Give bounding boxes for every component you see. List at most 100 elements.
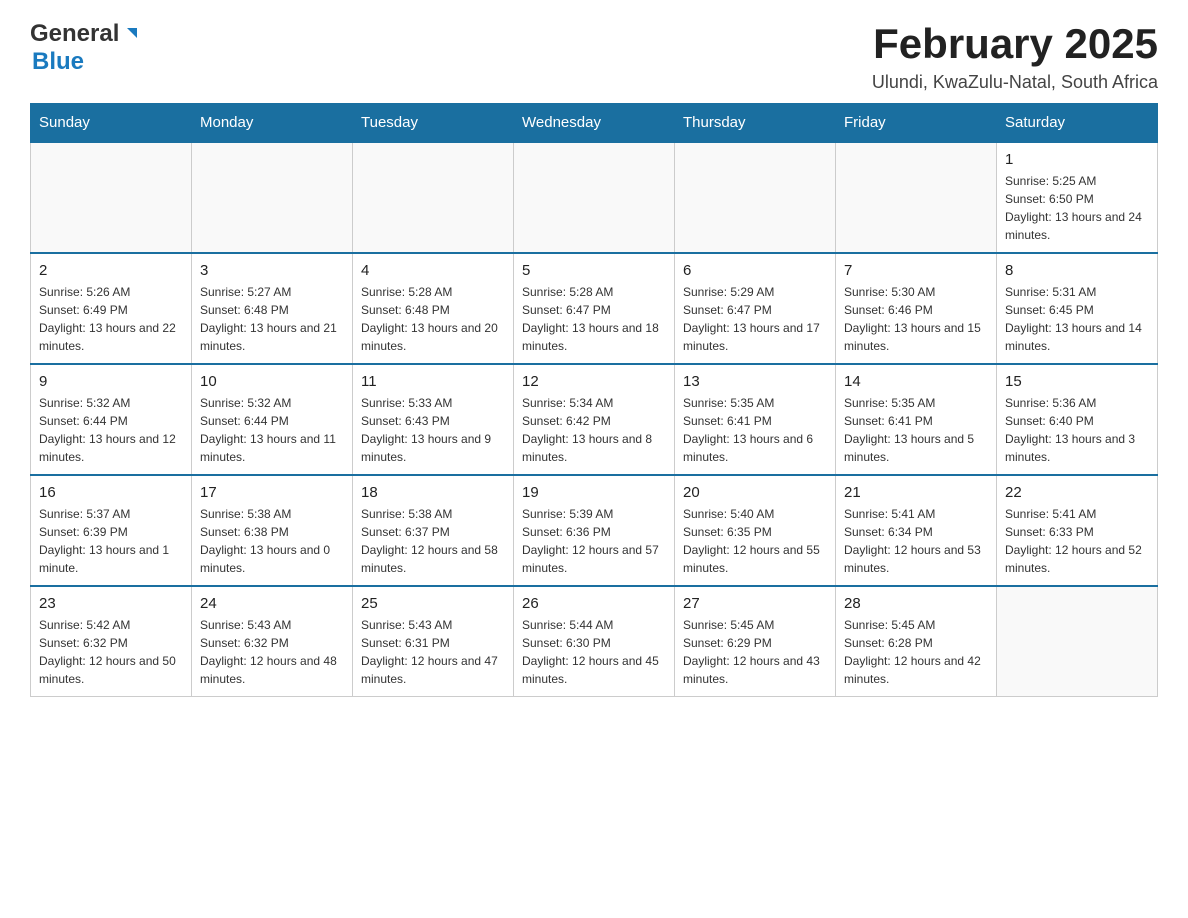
weekday-header-wednesday: Wednesday — [514, 104, 675, 143]
day-info: Sunrise: 5:27 AM Sunset: 6:48 PM Dayligh… — [200, 283, 344, 355]
calendar-cell: 16Sunrise: 5:37 AM Sunset: 6:39 PM Dayli… — [31, 475, 192, 586]
calendar-week-2: 2 Sunrise: 5:26 AM Sunset: 6:49 PM Daylig… — [31, 253, 1158, 364]
calendar-cell: 3 Sunrise: 5:27 AM Sunset: 6:48 PM Daylig… — [192, 253, 353, 364]
calendar-cell: 14 Sunrise: 5:35 AM Sunset: 6:41 PM Dayli… — [836, 364, 997, 475]
calendar-table: SundayMondayTuesdayWednesdayThursdayFrid… — [30, 103, 1158, 697]
day-info: Sunrise: 5:41 AM Sunset: 6:34 PM Dayligh… — [844, 505, 988, 577]
day-info: Sunrise: 5:29 AM Sunset: 6:47 PM Dayligh… — [683, 283, 827, 355]
day-number: 4 — [361, 262, 505, 279]
day-number: 11 — [361, 373, 505, 390]
weekday-header-saturday: Saturday — [997, 104, 1158, 143]
calendar-cell: 9 Sunrise: 5:32 AM Sunset: 6:44 PM Daylig… — [31, 364, 192, 475]
day-number: 9 — [39, 373, 183, 390]
weekday-header-tuesday: Tuesday — [353, 104, 514, 143]
day-number: 10 — [200, 373, 344, 390]
logo: General Blue — [30, 20, 141, 76]
day-info: Sunrise: 5:32 AM Sunset: 6:44 PM Dayligh… — [39, 394, 183, 466]
day-number: 1 — [1005, 151, 1149, 168]
day-info: Sunrise: 5:26 AM Sunset: 6:49 PM Dayligh… — [39, 283, 183, 355]
day-info: Sunrise: 5:30 AM Sunset: 6:46 PM Dayligh… — [844, 283, 988, 355]
day-number: 17 — [200, 484, 344, 501]
calendar-cell — [514, 142, 675, 253]
calendar-cell — [31, 142, 192, 253]
calendar-cell: 8 Sunrise: 5:31 AM Sunset: 6:45 PM Daylig… — [997, 253, 1158, 364]
calendar-cell: 2 Sunrise: 5:26 AM Sunset: 6:49 PM Daylig… — [31, 253, 192, 364]
day-number: 3 — [200, 262, 344, 279]
title-section: February 2025 Ulundi, KwaZulu-Natal, Sou… — [872, 20, 1158, 93]
calendar-week-3: 9 Sunrise: 5:32 AM Sunset: 6:44 PM Daylig… — [31, 364, 1158, 475]
day-number: 23 — [39, 595, 183, 612]
day-number: 2 — [39, 262, 183, 279]
day-info: Sunrise: 5:39 AM Sunset: 6:36 PM Dayligh… — [522, 505, 666, 577]
calendar-cell: 13Sunrise: 5:35 AM Sunset: 6:41 PM Dayli… — [675, 364, 836, 475]
day-info: Sunrise: 5:34 AM Sunset: 6:42 PM Dayligh… — [522, 394, 666, 466]
day-info: Sunrise: 5:45 AM Sunset: 6:28 PM Dayligh… — [844, 616, 988, 688]
day-number: 15 — [1005, 373, 1149, 390]
calendar-cell: 21 Sunrise: 5:41 AM Sunset: 6:34 PM Dayli… — [836, 475, 997, 586]
day-info: Sunrise: 5:38 AM Sunset: 6:38 PM Dayligh… — [200, 505, 344, 577]
day-info: Sunrise: 5:45 AM Sunset: 6:29 PM Dayligh… — [683, 616, 827, 688]
logo-blue-text: Blue — [32, 48, 84, 76]
day-number: 7 — [844, 262, 988, 279]
day-info: Sunrise: 5:37 AM Sunset: 6:39 PM Dayligh… — [39, 505, 183, 577]
day-info: Sunrise: 5:31 AM Sunset: 6:45 PM Dayligh… — [1005, 283, 1149, 355]
day-info: Sunrise: 5:28 AM Sunset: 6:48 PM Dayligh… — [361, 283, 505, 355]
calendar-week-1: 1Sunrise: 5:25 AM Sunset: 6:50 PM Daylig… — [31, 142, 1158, 253]
weekday-header-row: SundayMondayTuesdayWednesdayThursdayFrid… — [31, 104, 1158, 143]
day-number: 8 — [1005, 262, 1149, 279]
calendar-cell — [997, 586, 1158, 697]
day-number: 19 — [522, 484, 666, 501]
day-number: 24 — [200, 595, 344, 612]
calendar-cell: 25 Sunrise: 5:43 AM Sunset: 6:31 PM Dayli… — [353, 586, 514, 697]
day-number: 25 — [361, 595, 505, 612]
day-info: Sunrise: 5:35 AM Sunset: 6:41 PM Dayligh… — [844, 394, 988, 466]
day-number: 5 — [522, 262, 666, 279]
day-info: Sunrise: 5:43 AM Sunset: 6:32 PM Dayligh… — [200, 616, 344, 688]
day-number: 14 — [844, 373, 988, 390]
calendar-cell: 1Sunrise: 5:25 AM Sunset: 6:50 PM Daylig… — [997, 142, 1158, 253]
logo-general-text: General — [30, 20, 119, 48]
day-number: 28 — [844, 595, 988, 612]
calendar-cell: 23Sunrise: 5:42 AM Sunset: 6:32 PM Dayli… — [31, 586, 192, 697]
weekday-header-friday: Friday — [836, 104, 997, 143]
day-info: Sunrise: 5:40 AM Sunset: 6:35 PM Dayligh… — [683, 505, 827, 577]
calendar-cell: 4 Sunrise: 5:28 AM Sunset: 6:48 PM Daylig… — [353, 253, 514, 364]
calendar-week-5: 23Sunrise: 5:42 AM Sunset: 6:32 PM Dayli… — [31, 586, 1158, 697]
day-info: Sunrise: 5:44 AM Sunset: 6:30 PM Dayligh… — [522, 616, 666, 688]
calendar-cell: 28 Sunrise: 5:45 AM Sunset: 6:28 PM Dayli… — [836, 586, 997, 697]
location-subtitle: Ulundi, KwaZulu-Natal, South Africa — [872, 72, 1158, 93]
calendar-cell: 17 Sunrise: 5:38 AM Sunset: 6:38 PM Dayli… — [192, 475, 353, 586]
day-info: Sunrise: 5:28 AM Sunset: 6:47 PM Dayligh… — [522, 283, 666, 355]
calendar-cell — [675, 142, 836, 253]
calendar-cell: 6 Sunrise: 5:29 AM Sunset: 6:47 PM Daylig… — [675, 253, 836, 364]
day-number: 6 — [683, 262, 827, 279]
weekday-header-monday: Monday — [192, 104, 353, 143]
calendar-cell: 18 Sunrise: 5:38 AM Sunset: 6:37 PM Dayli… — [353, 475, 514, 586]
calendar-cell: 5 Sunrise: 5:28 AM Sunset: 6:47 PM Daylig… — [514, 253, 675, 364]
calendar-cell — [192, 142, 353, 253]
day-info: Sunrise: 5:38 AM Sunset: 6:37 PM Dayligh… — [361, 505, 505, 577]
day-info: Sunrise: 5:35 AM Sunset: 6:41 PM Dayligh… — [683, 394, 827, 466]
weekday-header-thursday: Thursday — [675, 104, 836, 143]
calendar-cell — [353, 142, 514, 253]
day-number: 18 — [361, 484, 505, 501]
day-number: 20 — [683, 484, 827, 501]
calendar-cell: 7 Sunrise: 5:30 AM Sunset: 6:46 PM Daylig… — [836, 253, 997, 364]
calendar-cell — [836, 142, 997, 253]
day-number: 12 — [522, 373, 666, 390]
logo-arrow-icon — [123, 24, 141, 47]
day-number: 21 — [844, 484, 988, 501]
calendar-cell: 15 Sunrise: 5:36 AM Sunset: 6:40 PM Dayli… — [997, 364, 1158, 475]
calendar-cell: 19 Sunrise: 5:39 AM Sunset: 6:36 PM Dayli… — [514, 475, 675, 586]
day-info: Sunrise: 5:33 AM Sunset: 6:43 PM Dayligh… — [361, 394, 505, 466]
day-info: Sunrise: 5:32 AM Sunset: 6:44 PM Dayligh… — [200, 394, 344, 466]
weekday-header-sunday: Sunday — [31, 104, 192, 143]
calendar-week-4: 16Sunrise: 5:37 AM Sunset: 6:39 PM Dayli… — [31, 475, 1158, 586]
calendar-cell: 11 Sunrise: 5:33 AM Sunset: 6:43 PM Dayli… — [353, 364, 514, 475]
day-info: Sunrise: 5:43 AM Sunset: 6:31 PM Dayligh… — [361, 616, 505, 688]
calendar-cell: 12 Sunrise: 5:34 AM Sunset: 6:42 PM Dayli… — [514, 364, 675, 475]
day-number: 26 — [522, 595, 666, 612]
calendar-cell: 26 Sunrise: 5:44 AM Sunset: 6:30 PM Dayli… — [514, 586, 675, 697]
day-number: 27 — [683, 595, 827, 612]
day-info: Sunrise: 5:36 AM Sunset: 6:40 PM Dayligh… — [1005, 394, 1149, 466]
